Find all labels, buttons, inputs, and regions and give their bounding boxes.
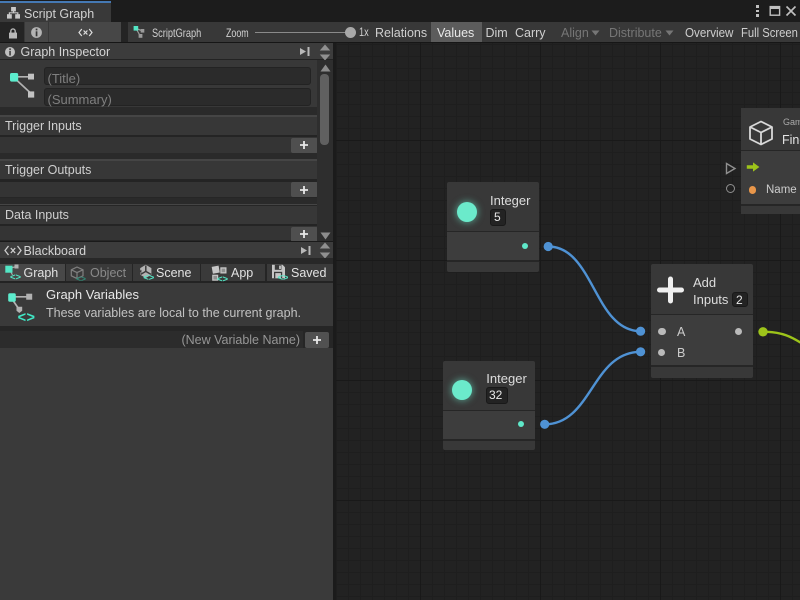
svg-text:<>: <> [76, 273, 86, 282]
svg-text:<>: <> [277, 273, 288, 281]
svg-text:<>: <> [217, 273, 228, 281]
svg-text:<>: <> [18, 310, 36, 324]
svg-text:<>: <> [10, 272, 22, 281]
svg-text:<>: <> [143, 273, 154, 281]
